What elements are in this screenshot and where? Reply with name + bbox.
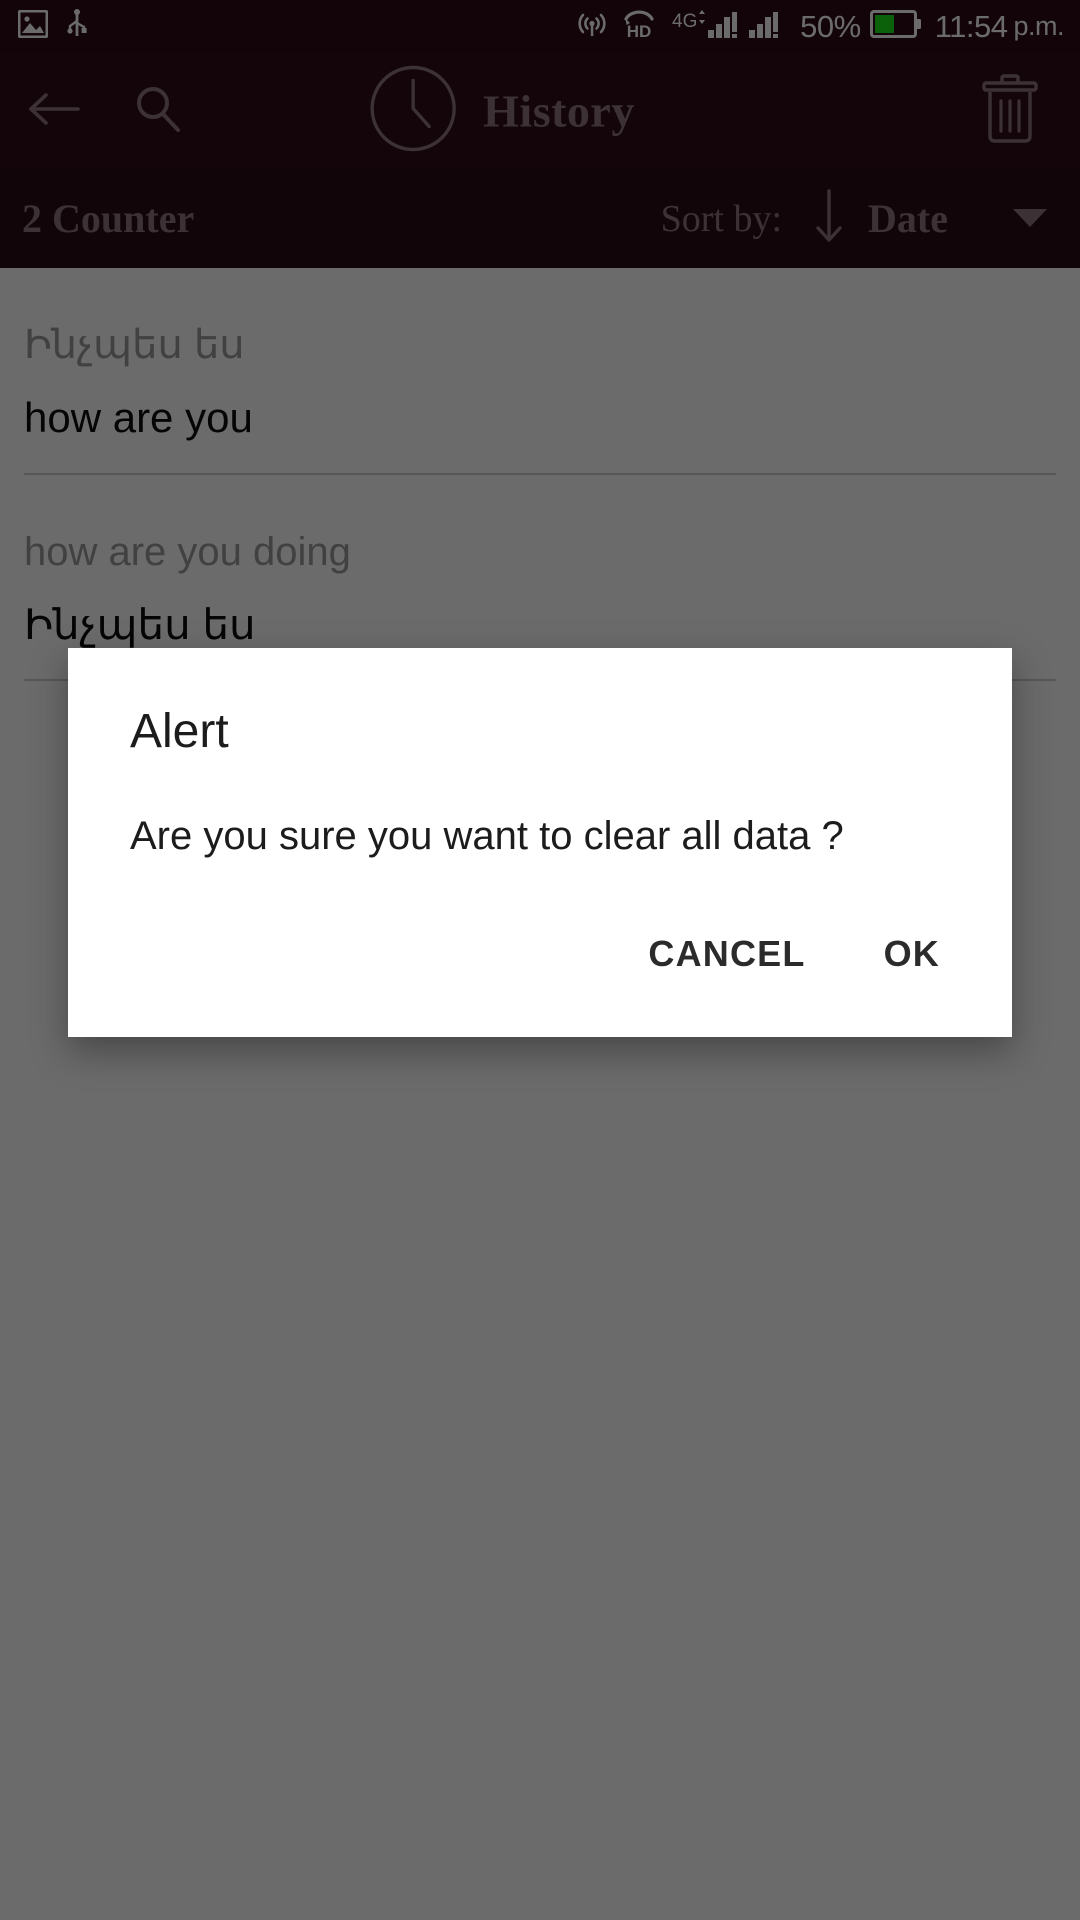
cancel-button[interactable]: CANCEL	[622, 915, 831, 993]
ok-button[interactable]: OK	[858, 915, 966, 993]
dialog-title: Alert	[130, 705, 229, 758]
dialog-message: Are you sure you want to clear all data …	[130, 813, 844, 858]
dialog-actions: CANCEL OK	[68, 915, 1012, 1037]
alert-dialog: Alert Are you sure you want to clear all…	[68, 648, 1012, 1037]
